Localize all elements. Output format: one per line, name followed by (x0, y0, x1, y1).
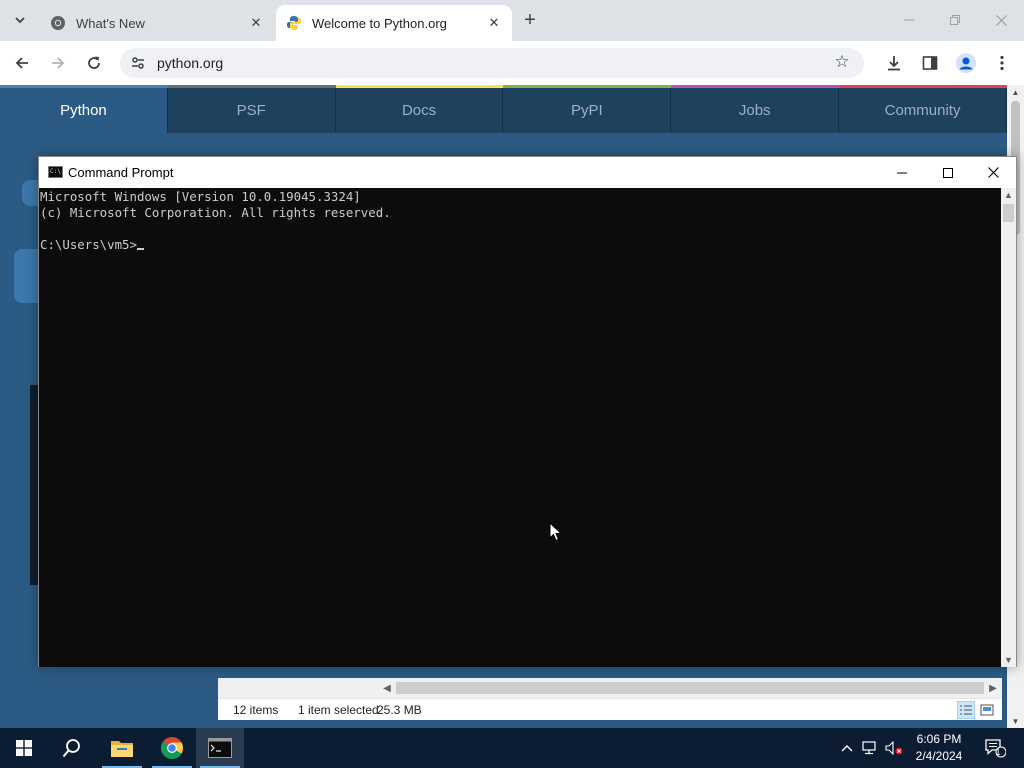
network-button[interactable] (860, 728, 880, 768)
side-panel-icon (922, 56, 938, 70)
console-scrollbar[interactable]: ▲ ▼ (1001, 188, 1016, 667)
close-icon[interactable] (989, 8, 1013, 32)
python-main-nav: Python PSF Docs PyPI Jobs Community (0, 88, 1007, 133)
avatar-icon (956, 53, 976, 73)
chrome-icon (160, 737, 183, 759)
menu-button[interactable] (990, 51, 1014, 75)
more-vert-icon (1000, 55, 1004, 71)
command-prompt-icon (208, 738, 232, 758)
large-icons-view-button[interactable] (978, 701, 996, 719)
search-button[interactable] (48, 728, 96, 768)
search-icon (62, 739, 80, 758)
scroll-up-icon[interactable]: ▲ (1001, 188, 1016, 202)
clock-time: 6:06 PM (916, 732, 962, 746)
reload-icon (88, 56, 100, 69)
console-line: Microsoft Windows [Version 10.0.19045.33… (40, 189, 361, 204)
close-icon[interactable]: ✕ (248, 15, 264, 31)
tab-whats-new[interactable]: What's New ✕ (40, 5, 274, 41)
nav-community[interactable]: Community (839, 88, 1007, 133)
minimize-icon[interactable] (897, 8, 921, 32)
minimize-button[interactable] (879, 157, 925, 188)
network-icon (862, 741, 876, 755)
scrollbar-thumb[interactable] (396, 682, 984, 694)
site-info-icon[interactable] (130, 55, 146, 71)
tab-title: What's New (76, 15, 145, 31)
notifications-button[interactable]: 1 (980, 728, 1010, 768)
new-tab-button[interactable]: + (520, 9, 540, 31)
side-panel-button[interactable] (918, 51, 942, 75)
nav-pypi[interactable]: PyPI (503, 88, 672, 133)
scrollbar-thumb[interactable] (1003, 204, 1014, 222)
taskbar: 6:06 PM 2/4/2024 1 (0, 728, 1024, 768)
console-prompt: C:\Users\vm5> (40, 237, 137, 252)
volume-button[interactable] (884, 728, 904, 768)
tab-python-org[interactable]: Welcome to Python.org ✕ (276, 5, 512, 41)
taskbar-chrome[interactable] (148, 728, 196, 768)
show-hidden-icons-button[interactable] (838, 728, 856, 768)
window-title: Command Prompt (68, 165, 174, 180)
text-cursor (136, 248, 144, 250)
arrow-right-icon (52, 57, 65, 69)
start-button[interactable] (0, 728, 48, 768)
url-text: python.org (157, 55, 224, 71)
console-output[interactable]: Microsoft Windows [Version 10.0.19045.33… (39, 188, 1001, 667)
address-bar[interactable]: python.org ☆ (120, 48, 864, 78)
file-explorer-icon (111, 741, 133, 757)
command-prompt-window[interactable]: C:\ Command Prompt Microsoft Windows [Ve… (38, 156, 1017, 667)
scroll-up-icon[interactable]: ▲ (1007, 85, 1024, 99)
nav-jobs[interactable]: Jobs (671, 88, 840, 133)
minimize-icon (897, 172, 907, 173)
python-icon (286, 15, 302, 31)
scroll-down-icon[interactable]: ▼ (1007, 714, 1024, 728)
item-count: 12 items (233, 703, 279, 717)
tab-title: Welcome to Python.org (312, 15, 447, 31)
arrow-left-icon (15, 57, 28, 69)
tab-search-button[interactable] (8, 8, 32, 32)
console-prompt-line[interactable]: C:\Users\vm5> (40, 237, 1001, 253)
volume-muted-icon (885, 741, 903, 755)
close-button[interactable] (970, 157, 1016, 188)
back-button[interactable] (10, 51, 34, 75)
details-view-icon (960, 705, 972, 715)
chrome-icon (50, 15, 66, 31)
taskbar-file-explorer[interactable] (98, 728, 146, 768)
windows-logo-icon (16, 740, 32, 756)
mouse-pointer-icon (549, 522, 563, 542)
chevron-down-icon (15, 17, 25, 24)
reload-button[interactable] (82, 51, 106, 75)
scroll-down-icon[interactable]: ▼ (1001, 653, 1016, 667)
nav-python[interactable]: Python (0, 88, 168, 133)
close-icon (987, 167, 999, 178)
details-view-button[interactable] (957, 701, 975, 719)
forward-button[interactable] (46, 51, 70, 75)
taskbar-clock[interactable]: 6:06 PM 2/4/2024 (906, 731, 972, 765)
close-icon[interactable]: ✕ (486, 15, 502, 31)
scroll-left-icon[interactable]: ◀ (380, 680, 394, 696)
chevron-up-icon (841, 745, 853, 752)
selection-size: 25.3 MB (377, 703, 422, 717)
console-line: (c) Microsoft Corporation. All rights re… (40, 205, 391, 220)
downloads-button[interactable] (882, 51, 906, 75)
bookmark-star-icon[interactable]: ☆ (832, 52, 852, 72)
taskbar-command-prompt[interactable] (196, 728, 244, 768)
browser-toolbar: python.org ☆ (0, 41, 1024, 85)
scroll-right-icon[interactable]: ▶ (986, 680, 1000, 696)
download-icon (888, 56, 900, 71)
restore-icon[interactable] (943, 8, 967, 32)
large-icons-view-icon (980, 704, 994, 716)
clock-date: 2/4/2024 (915, 749, 963, 763)
nav-docs[interactable]: Docs (336, 88, 504, 133)
explorer-horizontal-scrollbar[interactable]: ◀ ▶ (218, 678, 1002, 698)
maximize-button[interactable] (925, 157, 971, 188)
browser-tabstrip: What's New ✕ Welcome to Python.org ✕ + (0, 0, 1024, 41)
notification-count: 1 (995, 747, 1001, 757)
explorer-status-bar: 12 items 1 item selected 25.3 MB (218, 698, 1002, 720)
profile-button[interactable] (954, 51, 978, 75)
command-prompt-icon: C:\ (48, 166, 63, 178)
nav-psf[interactable]: PSF (168, 88, 336, 133)
cmd-title-bar[interactable]: C:\ Command Prompt (39, 157, 1016, 188)
selection-count: 1 item selected (298, 703, 379, 717)
maximize-icon (943, 167, 953, 178)
